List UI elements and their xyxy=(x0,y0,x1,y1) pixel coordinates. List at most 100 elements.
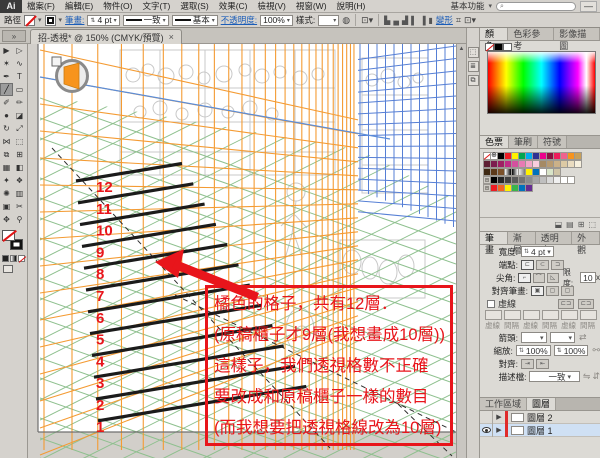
gradient-button[interactable] xyxy=(10,255,17,262)
vertical-scrollbar[interactable]: ▲ xyxy=(456,44,466,458)
stepper-icon[interactable]: ⇅ xyxy=(90,17,95,24)
arrow-scale-start-field[interactable]: ⇅ 100% xyxy=(515,345,551,356)
layer-thumbnail[interactable] xyxy=(511,425,524,435)
miter-limit-field[interactable]: 10 xyxy=(579,272,596,283)
document-setup-icon[interactable]: ⊡▾ xyxy=(361,15,373,26)
close-icon[interactable]: × xyxy=(169,32,174,42)
chevron-down-icon[interactable]: ▾ xyxy=(163,17,166,24)
style-select[interactable]: ▾ xyxy=(318,14,340,26)
stroke-panel-link[interactable]: 筆畫: xyxy=(65,14,84,26)
paintbrush-tool[interactable]: ✐ xyxy=(0,96,13,109)
arrow-tip-button[interactable]: ⇥ xyxy=(521,358,534,369)
swatches-tab[interactable]: 符號 xyxy=(538,136,568,148)
stroke-tab[interactable]: 筆畫 xyxy=(480,232,508,255)
dashed-line-checkbox[interactable] xyxy=(487,299,495,308)
direct-selection-tool[interactable]: ▷ xyxy=(13,44,26,57)
layer-name[interactable]: 圖層 1 xyxy=(527,424,553,437)
stroke-color-chip[interactable] xyxy=(44,14,56,26)
gradient-tool[interactable]: ◧ xyxy=(13,161,26,174)
align-outside-stroke-button[interactable]: ▢ xyxy=(561,285,574,296)
fill-none-chip[interactable] xyxy=(485,43,494,51)
fill-stroke-indicator[interactable] xyxy=(0,229,26,253)
white-chip[interactable] xyxy=(503,43,512,51)
layers-tab[interactable]: 工作區域 xyxy=(480,398,528,410)
stroke-width-field[interactable]: ⇅ 4 pt ▾ xyxy=(521,246,554,257)
color-button[interactable] xyxy=(2,255,9,262)
menu-item[interactable]: 檢視(V) xyxy=(253,0,291,12)
artboard-tool[interactable]: ▣ xyxy=(0,200,13,213)
color-tab[interactable]: 色彩參考 xyxy=(508,28,555,51)
align-buttons[interactable]: ▙ ▄ ▟ ▌ ▐ ▮ xyxy=(384,16,433,25)
miter-join-button[interactable]: ⌐ xyxy=(518,272,531,283)
menu-item[interactable]: 檔案(F) xyxy=(22,0,60,12)
width-profile-select[interactable]: 一致 ▾ xyxy=(122,14,169,26)
artboards-panel-icon[interactable]: ⬚ xyxy=(467,47,479,58)
align-panel-icon[interactable]: ≣ xyxy=(467,61,479,72)
visibility-toggle[interactable] xyxy=(480,423,493,437)
color-tab[interactable]: 顏色 xyxy=(480,28,509,51)
stroke-width-field[interactable]: ⇅ 4 pt ▾ xyxy=(87,14,120,26)
expand-arrow-icon[interactable]: ▶ xyxy=(493,413,505,421)
arrowhead-end-select[interactable]: ▾ xyxy=(549,332,576,343)
free-transform-tool[interactable]: ⬚ xyxy=(13,135,26,148)
blob-brush-tool[interactable]: ● xyxy=(0,109,13,122)
shape-builder-tool[interactable]: ⧉ xyxy=(0,148,13,161)
canvas-area[interactable]: 12 11 10 9 8 7 6 5 4 3 2 1 橘色的格子，共有12層． (原稿櫃子才9層(我想畫… xyxy=(28,44,456,458)
document-tab[interactable]: 招-透視* @ 150% (CMYK/預覽) × xyxy=(30,29,182,44)
visibility-toggle[interactable] xyxy=(480,410,493,424)
stroke-tab[interactable]: 漸層 xyxy=(507,232,536,255)
chevron-down-icon[interactable]: ▾ xyxy=(333,17,336,24)
expand-arrow-icon[interactable]: ▶ xyxy=(493,426,505,434)
fill-proxy[interactable] xyxy=(2,230,15,241)
left-dock-collapse-button[interactable]: » xyxy=(2,30,26,42)
swatch[interactable] xyxy=(574,152,582,160)
slice-tool[interactable]: ✂ xyxy=(13,200,26,213)
arrowhead-start-select[interactable]: ▾ xyxy=(521,332,547,343)
swatch[interactable] xyxy=(574,160,582,168)
flip-across-icon[interactable]: ⇵ xyxy=(592,371,600,382)
preserve-dash-button[interactable]: ⊏⊐ xyxy=(558,298,574,309)
layers-tab[interactable]: 圖層 xyxy=(527,398,557,410)
workspace-switcher[interactable]: 基本功能 xyxy=(450,0,484,12)
chevron-down-icon[interactable]: ▾ xyxy=(38,16,42,24)
mesh-tool[interactable]: ▦ xyxy=(0,161,13,174)
magic-wand-tool[interactable]: ✶ xyxy=(0,57,13,70)
menu-item[interactable]: 文字(T) xyxy=(137,0,175,12)
profile-select[interactable]: 一致 ▾ xyxy=(529,371,580,382)
menu-item[interactable]: 編輯(E) xyxy=(60,0,98,12)
fill-color-chip[interactable] xyxy=(24,14,36,26)
new-color-group-icon[interactable]: ⊞ xyxy=(578,220,585,229)
pencil-tool[interactable]: ✏ xyxy=(13,96,26,109)
perspective-grid-tool[interactable]: ⊞ xyxy=(13,148,26,161)
align-center-stroke-button[interactable]: ▣ xyxy=(531,285,544,296)
swatches-tab[interactable]: 色票 xyxy=(480,136,510,148)
none-button[interactable] xyxy=(18,255,25,262)
column-graph-tool[interactable]: ▥ xyxy=(13,187,26,200)
eyedropper-tool[interactable]: ✦ xyxy=(0,174,13,187)
arrow-end-button[interactable]: ⇤ xyxy=(536,358,549,369)
layer-name[interactable]: 圖層 2 xyxy=(527,411,553,424)
stroke-black-chip[interactable] xyxy=(494,43,503,51)
round-join-button[interactable]: ⌒ xyxy=(532,272,545,283)
width-tool[interactable]: ⋈ xyxy=(0,135,13,148)
butt-cap-button[interactable]: ⊏ xyxy=(521,259,534,270)
menu-item[interactable]: 選取(S) xyxy=(175,0,213,12)
options-icon[interactable]: ⊡▾ xyxy=(464,15,476,26)
hand-tool[interactable]: ✥ xyxy=(0,213,13,226)
bevel-join-button[interactable]: ◺ xyxy=(546,272,559,283)
align-inside-stroke-button[interactable]: ▢ xyxy=(546,285,559,296)
layer-row[interactable]: ▶ 圖層 2 xyxy=(480,410,600,424)
line-segment-tool[interactable]: ╱ xyxy=(0,83,13,96)
arrange-panel-icon[interactable]: ⧉ xyxy=(467,75,479,86)
layer-thumbnail[interactable] xyxy=(511,412,524,422)
type-tool[interactable]: T xyxy=(13,70,26,83)
link-scale-icon[interactable]: ⚯ xyxy=(592,345,600,356)
pen-tool[interactable]: ✒ xyxy=(0,70,13,83)
menu-item[interactable]: 說明(H) xyxy=(332,0,371,12)
screen-mode-button[interactable] xyxy=(3,265,13,273)
blend-tool[interactable]: ❖ xyxy=(13,174,26,187)
chevron-down-icon[interactable]: ▾ xyxy=(212,17,215,24)
swatch[interactable] xyxy=(553,168,561,176)
menu-item[interactable]: 視窗(W) xyxy=(291,0,332,12)
eraser-tool[interactable]: ◪ xyxy=(13,109,26,122)
